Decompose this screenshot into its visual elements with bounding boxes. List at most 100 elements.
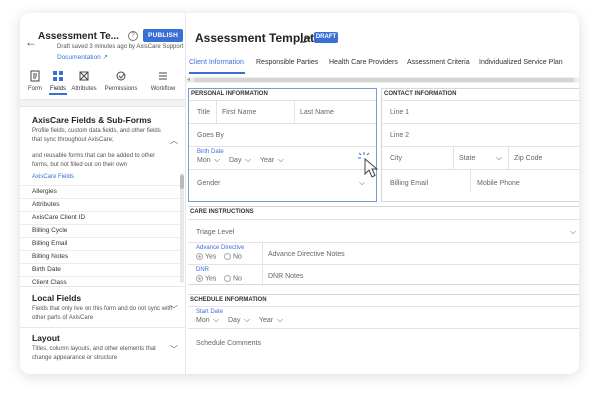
tab-individualized-service-plan[interactable]: Individualized Service Plan: [479, 59, 563, 66]
layout-section-title: Layout: [32, 333, 60, 343]
last-name-field[interactable]: Last Name: [300, 109, 334, 116]
tab-form[interactable]: Form: [24, 70, 46, 92]
chevron-down-icon[interactable]: ⌵: [213, 315, 219, 325]
chevron-down-icon[interactable]: ⌵: [278, 155, 284, 165]
field-list-scrollbar[interactable]: [180, 173, 184, 283]
tab-client-information[interactable]: Client Information: [189, 59, 244, 66]
divider: [20, 327, 185, 328]
chevron-up-icon[interactable]: ︿: [170, 135, 178, 146]
back-arrow-icon[interactable]: ←: [25, 35, 37, 49]
billing-email-field[interactable]: Billing Email: [390, 180, 428, 187]
tab-fields[interactable]: Fields: [47, 70, 69, 92]
main-content: Assessment Template DRAFT Client Informa…: [186, 13, 579, 374]
divider: [508, 147, 509, 169]
divider: [20, 286, 185, 287]
tab-health-care-providers[interactable]: Health Care Providers: [329, 59, 398, 66]
advance-directive-yes-radio[interactable]: Yes: [196, 253, 216, 260]
dnr-no-radio[interactable]: No: [224, 275, 242, 282]
chevron-down-icon[interactable]: ⌵: [277, 315, 283, 325]
sidebar: ← Assessment Te... ? PUBLISH Draft saved…: [20, 13, 186, 374]
name-row: [189, 100, 376, 123]
list-item[interactable]: Birth Date: [20, 263, 183, 276]
active-tab-indicator: [49, 93, 67, 95]
title-field[interactable]: Title: [197, 109, 210, 116]
address-line2-field[interactable]: Line 2: [390, 132, 409, 139]
zip-code-field[interactable]: Zip Code: [514, 155, 542, 162]
sidebar-tabs: Form Fields Attributes Permissions Workf…: [20, 70, 185, 100]
birth-month-select[interactable]: Mon: [197, 157, 211, 164]
state-select[interactable]: State: [459, 155, 475, 162]
chevron-down-icon[interactable]: ⌵: [244, 315, 250, 325]
gender-select[interactable]: Gender: [197, 180, 220, 187]
scroll-left-icon[interactable]: ◂: [187, 76, 190, 83]
tab-responsible-parties[interactable]: Responsible Parties: [256, 59, 318, 66]
goes-by-field[interactable]: Goes By: [197, 132, 224, 139]
sidebar-header: ← Assessment Te... ? PUBLISH Draft saved…: [20, 13, 185, 100]
list-item[interactable]: Billing Email: [20, 237, 183, 250]
axiscare-section-desc: Profile fields, custom data fields, and …: [32, 128, 161, 143]
triage-level-select[interactable]: Triage Level: [196, 229, 234, 236]
city-field[interactable]: City: [390, 155, 402, 162]
personal-info-panel[interactable]: PERSONAL INFORMATION Title First Name La…: [188, 88, 377, 202]
start-day-select[interactable]: Day: [228, 317, 240, 324]
status-badge: DRAFT: [314, 32, 338, 43]
pointer-cursor-icon: [358, 152, 379, 178]
birth-year-select[interactable]: Year: [260, 157, 274, 164]
list-item[interactable]: Billing Notes: [20, 250, 183, 263]
list-item[interactable]: Allergies: [20, 185, 183, 198]
schedule-comments-field[interactable]: Schedule Comments: [196, 340, 261, 347]
divider: [216, 101, 217, 123]
divider: [262, 243, 263, 264]
form-title: Assessment Te...: [38, 31, 119, 42]
app-window: ← Assessment Te... ? PUBLISH Draft saved…: [20, 13, 579, 374]
start-month-select[interactable]: Mon: [196, 317, 210, 324]
help-icon[interactable]: ?: [128, 31, 138, 41]
divider: [453, 147, 454, 169]
field-list-scroll-thumb[interactable]: [180, 175, 184, 189]
advance-directive-notes-field[interactable]: Advance Directive Notes: [268, 251, 345, 258]
documentation-link[interactable]: Documentation ↗: [57, 53, 108, 61]
dnr-label: DNR: [196, 267, 209, 273]
radio-icon: [224, 275, 231, 282]
contact-info-panel: CONTACT INFORMATION Line 1 Line 2 City S…: [381, 88, 579, 202]
tab-attributes[interactable]: Attributes: [69, 70, 99, 92]
dnr-row: [188, 264, 579, 286]
first-name-field[interactable]: First Name: [222, 109, 256, 116]
schedule-info-panel: SCHEDULE INFORMATION Start Date Mon ⌵ Da…: [188, 294, 579, 374]
birth-day-select[interactable]: Day: [229, 157, 241, 164]
sidebar-scroll-track[interactable]: [20, 100, 185, 107]
mobile-phone-field[interactable]: Mobile Phone: [477, 180, 520, 187]
tab-scroll-thumb[interactable]: [194, 78, 574, 82]
chevron-down-icon[interactable]: ﹀: [170, 304, 178, 315]
panel-title: SCHEDULE INFORMATION: [190, 297, 267, 303]
list-item[interactable]: Billing Cycle: [20, 224, 183, 237]
divider: [262, 265, 263, 286]
chevron-down-icon[interactable]: ⌵: [214, 155, 220, 165]
tab-workflow[interactable]: Workflow: [142, 70, 184, 92]
list-item[interactable]: Client Class: [20, 276, 183, 286]
radio-icon: [196, 253, 203, 260]
list-item[interactable]: Attributes: [20, 198, 183, 211]
tab-permissions[interactable]: Permissions: [102, 70, 140, 92]
dnr-yes-radio[interactable]: Yes: [196, 275, 216, 282]
advance-directive-no-radio[interactable]: No: [224, 253, 242, 260]
panel-title: CONTACT INFORMATION: [384, 91, 457, 97]
chevron-down-icon[interactable]: ⌵: [496, 153, 502, 163]
local-section-title: Local Fields: [32, 293, 82, 303]
address-line1-field[interactable]: Line 1: [390, 109, 409, 116]
list-item[interactable]: AxisCare Client ID: [20, 211, 183, 224]
tab-label: Workflow: [150, 86, 176, 92]
sync-arrows-icon: [300, 36, 311, 43]
tab-assessment-criteria[interactable]: Assessment Criteria: [407, 59, 470, 66]
chevron-down-icon[interactable]: ⌵: [570, 227, 576, 237]
workflow-icon: [159, 72, 167, 80]
start-year-select[interactable]: Year: [259, 317, 273, 324]
line1-row: [382, 100, 579, 123]
chevron-down-icon[interactable]: ﹀: [170, 344, 178, 355]
dnr-notes-field[interactable]: DNR Notes: [268, 273, 303, 280]
triage-row: [188, 219, 579, 242]
chevron-down-icon[interactable]: ⌵: [245, 155, 251, 165]
saved-status: Draft saved 3 minutes ago by AxisCare Su…: [57, 44, 184, 50]
publish-button[interactable]: PUBLISH: [143, 29, 183, 42]
tab-label: Attributes: [71, 86, 97, 92]
